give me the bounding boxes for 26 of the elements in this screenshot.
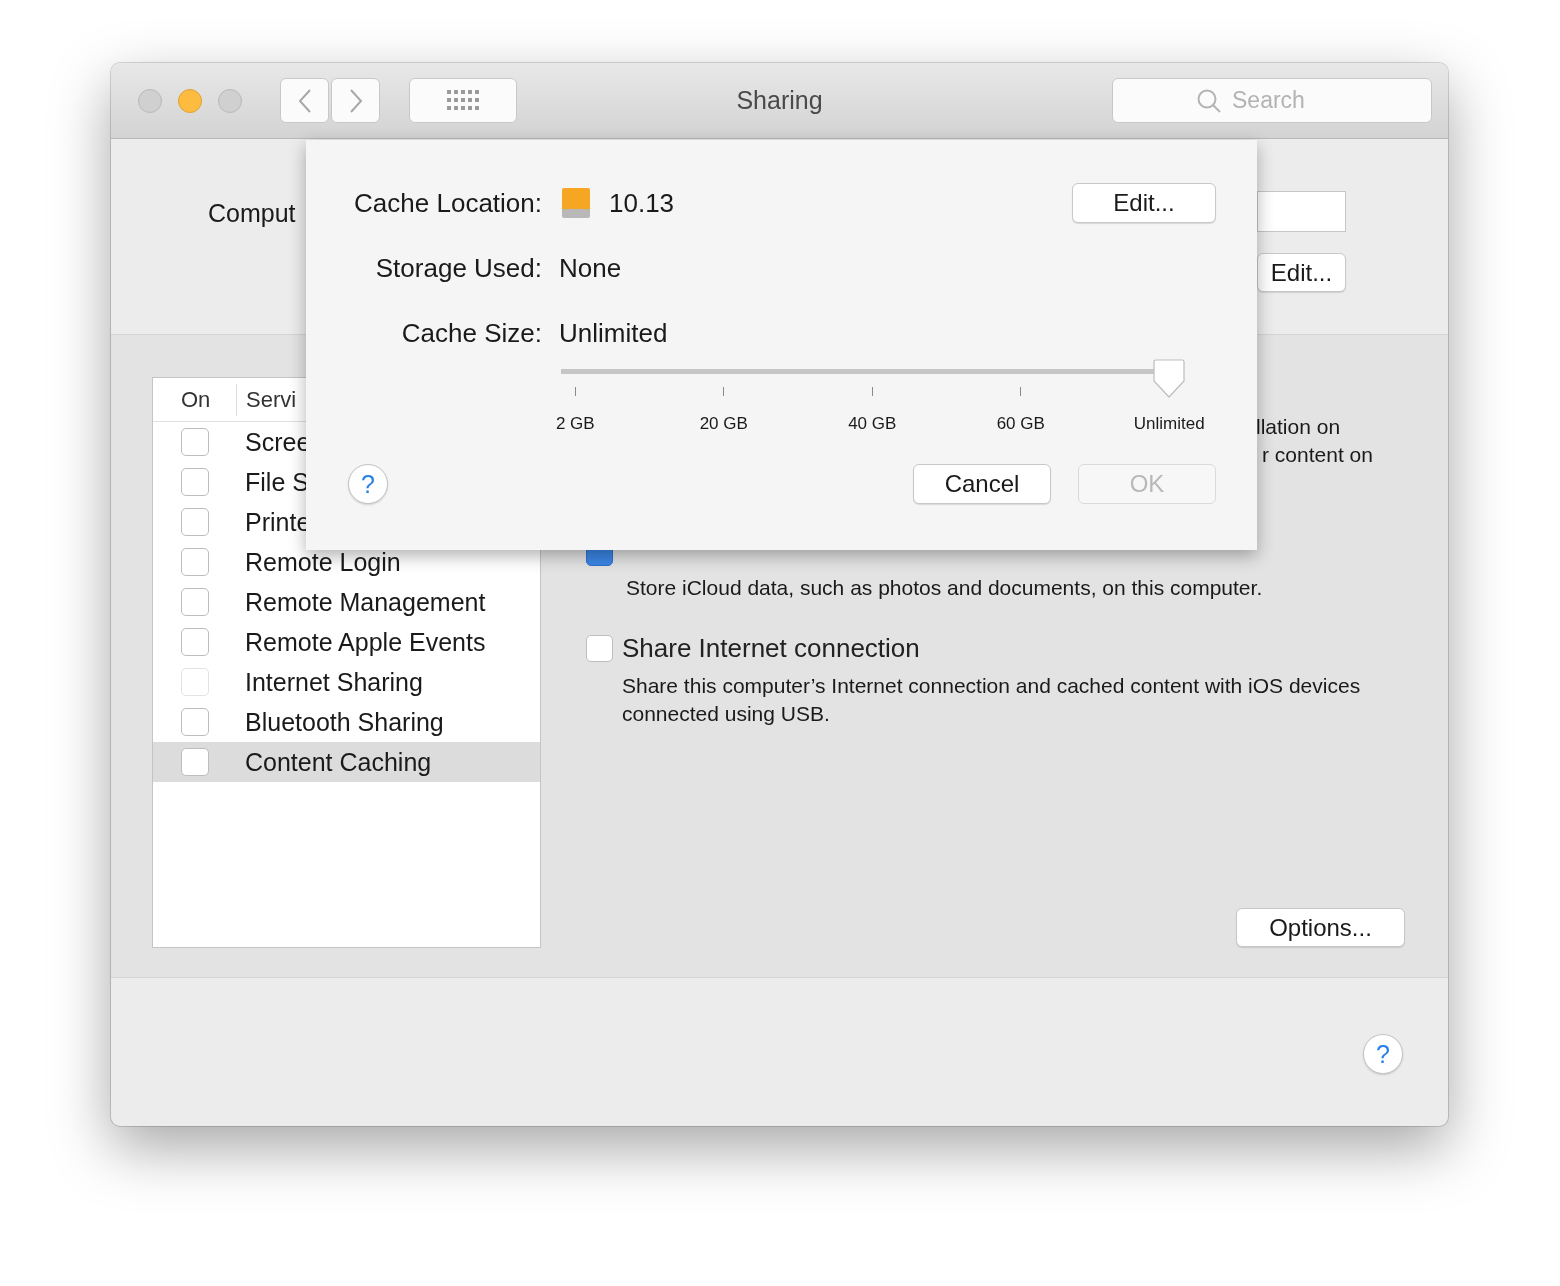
tick-label: 20 GB (699, 414, 748, 434)
tick-label: 2 GB (555, 414, 595, 434)
window-title: Sharing (736, 86, 823, 115)
computer-name-label: Comput (208, 199, 296, 229)
description-text: Store iCloud data, such as photos and documents, on this computer. (626, 575, 1264, 601)
service-name: Remote Apple Events (245, 627, 486, 657)
service-name: Remote Management (245, 587, 486, 617)
column-header: Servi (245, 386, 297, 413)
description-text: Share this computer’s Internet connection and cached content with iOS devices connected using USB. (622, 673, 1362, 727)
field-value: 10.13 (609, 187, 675, 219)
description-text: llation on (1256, 414, 1342, 440)
field-value: Unlimited (559, 317, 668, 349)
service-name: Bluetooth Sharing (245, 707, 444, 737)
field-label: Storage Used: (374, 252, 542, 284)
field-label: Cache Size: (400, 317, 542, 349)
service-name: Internet Sharing (245, 667, 423, 697)
checkbox-label: Share Internet connection (622, 633, 920, 664)
service-name: Content Caching (245, 747, 432, 777)
tick-label: 60 GB (996, 414, 1045, 434)
description-text: r content on (1262, 442, 1374, 468)
tick-label: 40 GB (848, 414, 897, 434)
column-header: On (153, 383, 237, 416)
field-value: None (559, 252, 622, 284)
field-label: Cache Location: (353, 187, 542, 219)
tick-label: Unlimited (1133, 414, 1205, 434)
service-name: Remote Login (245, 547, 401, 577)
